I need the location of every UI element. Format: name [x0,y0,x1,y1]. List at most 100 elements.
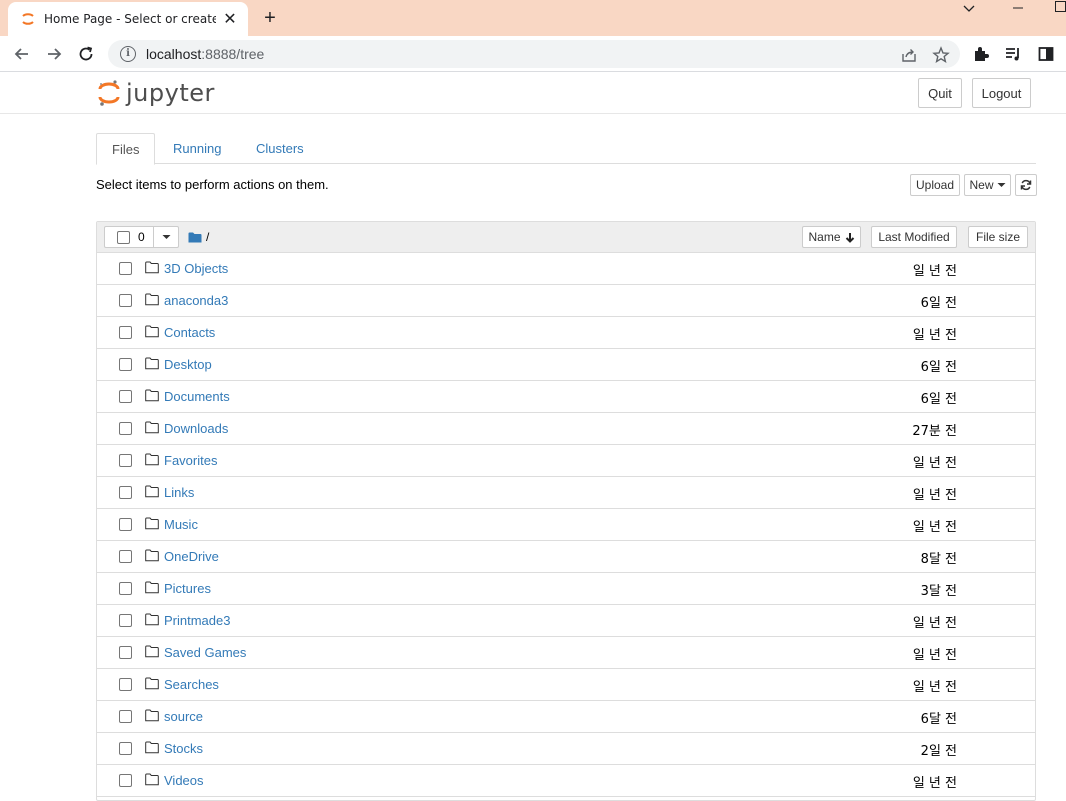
refresh-button[interactable] [1015,174,1037,196]
new-dropdown-button[interactable]: New [964,174,1011,196]
select-all-checkbox[interactable] [117,230,130,244]
file-name-link[interactable]: anaconda3 [164,293,228,308]
file-name-link[interactable]: Printmade3 [164,613,230,628]
tab-running[interactable]: Running [158,133,236,164]
extensions-icon[interactable] [972,45,990,63]
folder-icon [145,453,159,466]
site-info-icon[interactable]: i [120,46,136,62]
file-row[interactable]: Documents 6일 전 [97,381,1035,413]
tab-files[interactable]: Files [96,133,156,165]
file-row[interactable]: Saved Games 일 년 전 [97,637,1035,669]
side-panel-icon[interactable] [1037,45,1055,63]
file-name-link[interactable]: 3D Objects [164,261,228,276]
forward-button[interactable] [42,42,66,66]
file-name-link[interactable]: Desktop [164,357,212,372]
row-checkbox[interactable] [119,390,132,403]
file-row[interactable]: Desktop 6일 전 [97,349,1035,381]
file-name-link[interactable]: Stocks [164,741,203,756]
file-row[interactable]: 3D Objects 일 년 전 [97,253,1035,285]
minimize-icon[interactable] [1012,2,1024,14]
file-row[interactable]: Videos 일 년 전 [97,765,1035,797]
jupyter-logo-text: jupyter [126,79,215,107]
file-row[interactable]: Music 일 년 전 [97,509,1035,541]
tab-clusters[interactable]: Clusters [241,133,319,164]
row-checkbox[interactable] [119,358,132,371]
select-all-button[interactable]: 0 [104,226,154,248]
row-checkbox[interactable] [119,582,132,595]
caret-down-icon [997,183,1005,187]
file-last-modified: 일 년 전 [912,488,957,503]
row-checkbox[interactable] [119,422,132,435]
browser-titlebar: Home Page - Select or create a ✕ + [0,0,1066,36]
file-row[interactable]: OneDrive 8달 전 [97,541,1035,573]
file-name-link[interactable]: Music [164,517,198,532]
row-checkbox[interactable] [119,646,132,659]
sort-name-button[interactable]: Name [802,226,861,248]
reload-button[interactable] [74,42,98,66]
row-checkbox[interactable] [119,294,132,307]
selection-hint: Select items to perform actions on them. [96,177,329,192]
sort-file-size-button[interactable]: File size [968,226,1028,248]
file-name-link[interactable]: Searches [164,677,219,692]
row-checkbox[interactable] [119,742,132,755]
bookmark-star-icon[interactable] [932,46,950,64]
tab-close-icon[interactable]: ✕ [222,9,238,29]
sort-last-modified-button[interactable]: Last Modified [871,226,957,248]
row-checkbox[interactable] [119,678,132,691]
file-name-link[interactable]: Contacts [164,325,215,340]
row-checkbox[interactable] [119,486,132,499]
file-row[interactable]: source 6달 전 [97,701,1035,733]
file-row[interactable]: Links 일 년 전 [97,477,1035,509]
maximize-icon[interactable] [1054,0,1066,14]
upload-button[interactable]: Upload [910,174,960,196]
refresh-icon [1020,179,1032,191]
file-name-link[interactable]: Videos [164,773,204,788]
arrow-left-icon [14,48,28,60]
file-name-link[interactable]: OneDrive [164,549,219,564]
breadcrumb-root[interactable]: / [206,230,209,244]
file-name-link[interactable]: Downloads [164,421,228,436]
new-tab-icon[interactable]: + [262,8,278,28]
jupyter-logo[interactable]: jupyter [98,79,215,107]
row-checkbox[interactable] [119,550,132,563]
folder-icon [145,357,159,370]
share-icon[interactable] [900,46,918,64]
row-checkbox[interactable] [119,710,132,723]
row-checkbox[interactable] [119,454,132,467]
file-row[interactable]: Stocks 2일 전 [97,733,1035,765]
arrow-down-icon [845,232,854,243]
select-dropdown-button[interactable] [154,226,179,248]
file-row[interactable]: Printmade3 일 년 전 [97,605,1035,637]
file-row[interactable]: Favorites 일 년 전 [97,445,1035,477]
media-control-icon[interactable] [1004,45,1022,63]
row-checkbox[interactable] [119,518,132,531]
file-row[interactable]: Downloads 27분 전 [97,413,1035,445]
url-path: :8888/tree [201,46,265,62]
file-last-modified: 6달 전 [920,712,957,727]
file-last-modified: 일 년 전 [912,520,957,535]
address-bar[interactable]: i localhost:8888/tree [108,40,960,68]
file-name-link[interactable]: source [164,709,203,724]
file-name-link[interactable]: Pictures [164,581,211,596]
row-checkbox[interactable] [119,326,132,339]
file-name-link[interactable]: Saved Games [164,645,246,660]
row-checkbox[interactable] [119,262,132,275]
file-row[interactable]: Contacts 일 년 전 [97,317,1035,349]
quit-button[interactable]: Quit [918,78,962,108]
browser-toolbar: i localhost:8888/tree [0,36,1066,72]
file-name-link[interactable]: Documents [164,389,230,404]
folder-icon [145,709,159,722]
row-checkbox[interactable] [119,614,132,627]
row-checkbox[interactable] [119,774,132,787]
file-name-link[interactable]: Links [164,485,194,500]
file-row[interactable]: Pictures 3달 전 [97,573,1035,605]
tab-search-icon[interactable] [962,4,976,14]
logout-button[interactable]: Logout [972,78,1031,108]
file-name-link[interactable]: Favorites [164,453,217,468]
back-button[interactable] [10,42,34,66]
file-row[interactable]: anaconda3 6일 전 [97,285,1035,317]
browser-tab[interactable]: Home Page - Select or create a ✕ [8,2,248,36]
folder-filled-icon[interactable] [188,232,202,243]
file-row[interactable]: Searches 일 년 전 [97,669,1035,701]
tab-title: Home Page - Select or create a [44,12,216,26]
